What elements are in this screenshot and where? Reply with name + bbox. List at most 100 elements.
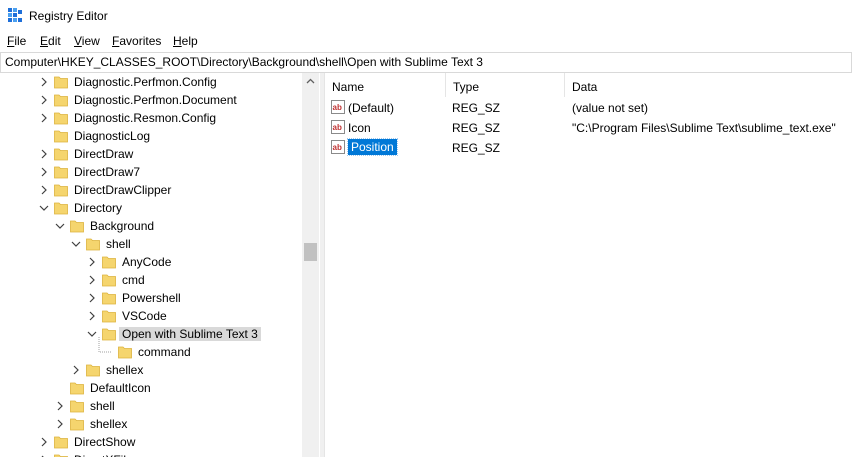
tree-item[interactable]: shellex [0,361,302,379]
tree-item[interactable]: DiagnosticLog [0,127,302,145]
chevron-right-icon[interactable] [86,292,98,304]
tree-item[interactable]: DefaultIcon [0,379,302,397]
column-header-data[interactable]: Data [565,73,851,97]
tree-item[interactable]: DirectDraw [0,145,302,163]
folder-icon [54,436,68,449]
tree-item-label[interactable]: Directory [71,201,125,215]
tree-item-label[interactable]: VSCode [119,309,170,323]
tree-item[interactable]: DirectDraw7 [0,163,302,181]
chevron-down-icon[interactable] [54,220,66,232]
value-name[interactable]: (Default) [348,101,394,115]
tree-item-label[interactable]: shell [103,237,134,251]
menu-favorites[interactable]: Favorites [112,34,161,48]
tree-item-label[interactable]: DefaultIcon [87,381,154,395]
address-bar[interactable]: Computer\HKEY_CLASSES_ROOT\Directory\Bac… [0,52,852,73]
tree-item[interactable]: shell [0,235,302,253]
tree-item-label[interactable]: DiagnosticLog [71,129,153,143]
value-name[interactable]: Icon [348,121,371,135]
value-data: "C:\Program Files\Sublime Text\sublime_t… [572,121,836,135]
tree-item[interactable]: VSCode [0,307,302,325]
chevron-right-icon[interactable] [38,166,50,178]
tree-item-label[interactable]: Diagnostic.Resmon.Config [71,111,219,125]
tree-item-label[interactable]: DirectDrawClipper [71,183,174,197]
tree-item-label[interactable]: Background [87,219,157,233]
tree-item[interactable]: Background [0,217,302,235]
values-list[interactable]: Name Type Data ab (Default) REG_SZ (value n… [325,73,852,457]
chevron-down-icon[interactable] [70,238,82,250]
tree-item-label[interactable]: DirectXFile [71,453,136,457]
folder-icon [70,220,84,233]
tree-item-label[interactable]: Open with Sublime Text 3 [119,327,261,341]
tree-item-label[interactable]: DirectShow [71,435,138,449]
folder-icon [54,202,68,215]
value-name[interactable]: Position [347,138,398,156]
chevron-right-icon[interactable] [70,364,82,376]
value-row[interactable]: ab (Default) REG_SZ (value not set) [325,98,852,116]
address-path[interactable]: Computer\HKEY_CLASSES_ROOT\Directory\Bac… [5,55,483,69]
chevron-right-icon[interactable] [38,148,50,160]
column-header-name[interactable]: Name [325,73,446,97]
tree-item-label[interactable]: cmd [119,273,148,287]
tree-item[interactable]: shellex [0,415,302,433]
value-data: (value not set) [572,101,649,115]
menu-file[interactable]: File [7,34,26,48]
scroll-up-arrow-icon[interactable] [302,73,319,90]
tree-item-label[interactable]: Powershell [119,291,184,305]
folder-icon [70,400,84,413]
tree-item-label[interactable]: shellex [87,417,130,431]
folder-icon [70,418,84,431]
chevron-right-icon[interactable] [38,184,50,196]
chevron-right-icon[interactable] [54,418,66,430]
menu-view[interactable]: View [74,34,100,48]
chevron-down-icon[interactable] [86,328,98,340]
tree-connector-icon [98,337,111,353]
tree-item-label[interactable]: shell [87,399,118,413]
value-type: REG_SZ [452,121,501,135]
tree-item[interactable]: Open with Sublime Text 3 [0,325,302,343]
menu-edit[interactable]: Edit [40,34,61,48]
tree-item[interactable]: Powershell [0,289,302,307]
tree-item[interactable]: DirectDrawClipper [0,181,302,199]
tree-item[interactable]: Diagnostic.Resmon.Config [0,109,302,127]
chevron-right-icon[interactable] [86,310,98,322]
menu-help[interactable]: Help [173,34,198,48]
svg-text:ab: ab [333,123,342,132]
chevron-right-icon[interactable] [86,256,98,268]
tree-item-label[interactable]: DirectDraw [71,147,136,161]
column-header-type[interactable]: Type [446,73,565,97]
value-row[interactable]: ab Icon REG_SZ "C:\Program Files\Sublime Te… [325,118,852,136]
tree-item[interactable]: DirectShow [0,433,302,451]
chevron-right-icon[interactable] [38,94,50,106]
chevron-right-icon[interactable] [86,274,98,286]
chevron-right-icon[interactable] [38,112,50,124]
tree-item-label[interactable]: shellex [103,363,146,377]
value-row[interactable]: ab Position REG_SZ [325,138,852,156]
list-header: Name Type Data [325,73,852,97]
svg-text:ab: ab [333,103,342,112]
tree-item-label[interactable]: Diagnostic.Perfmon.Document [71,93,240,107]
tree-item[interactable]: shell [0,397,302,415]
tree-item[interactable]: DirectXFile [0,451,302,457]
tree-item[interactable]: Diagnostic.Perfmon.Document [0,91,302,109]
tree-item-label[interactable]: DirectDraw7 [71,165,143,179]
tree-item[interactable]: cmd [0,271,302,289]
chevron-right-icon[interactable] [54,400,66,412]
scroll-thumb[interactable] [304,243,317,261]
tree-item[interactable]: Diagnostic.Perfmon.Config [0,73,302,91]
chevron-right-icon[interactable] [38,436,50,448]
key-tree[interactable]: Diagnostic.Perfmon.Config Diagnostic.Perf… [0,73,302,457]
tree-item[interactable]: command [0,337,302,361]
tree-item[interactable]: Directory [0,199,302,217]
folder-icon [102,256,116,269]
folder-icon [54,112,68,125]
folder-icon [54,454,68,457]
chevron-right-icon[interactable] [38,76,50,88]
tree-item-label[interactable]: command [135,345,194,359]
tree-item-label[interactable]: Diagnostic.Perfmon.Config [71,75,220,89]
tree-item-label[interactable]: AnyCode [119,255,174,269]
chevron-down-icon[interactable] [38,202,50,214]
tree-item[interactable]: AnyCode [0,253,302,271]
folder-icon [102,292,116,305]
tree-scrollbar[interactable] [302,73,319,457]
folder-icon [118,346,132,359]
